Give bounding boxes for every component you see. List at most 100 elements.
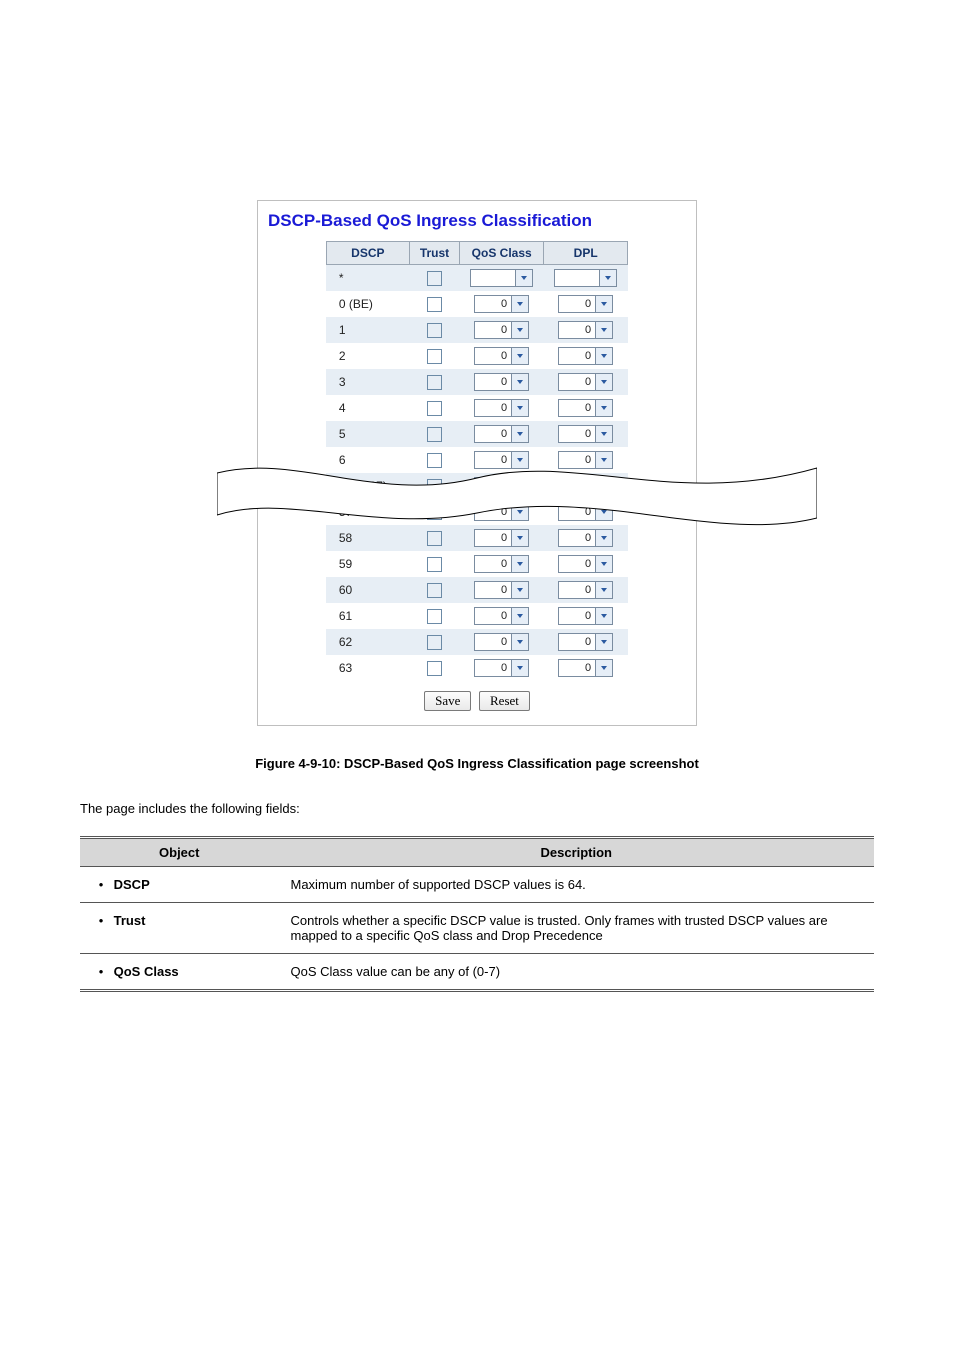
reset-button[interactable]: Reset — [479, 691, 530, 711]
trust-checkbox[interactable] — [427, 661, 442, 676]
value-select[interactable]: 0 — [474, 321, 529, 339]
header-dpl: DPL — [544, 242, 628, 265]
trust-checkbox[interactable] — [427, 375, 442, 390]
chevron-down-icon — [516, 269, 533, 287]
value-select[interactable]: 0 — [474, 659, 529, 677]
dpl-cell: 0 — [544, 551, 628, 577]
value-select[interactable]: 0 — [558, 581, 613, 599]
value-select[interactable]: 0 — [474, 347, 529, 365]
table-row: 5700 — [326, 499, 627, 525]
value-select[interactable]: 0 — [558, 503, 613, 521]
select-value: 0 — [558, 607, 596, 625]
trust-cell — [409, 577, 459, 603]
qos-cell: 0 — [460, 525, 544, 551]
chevron-down-icon — [512, 607, 529, 625]
select-value: 0 — [558, 451, 596, 469]
dpl-cell: 0 — [544, 629, 628, 655]
qos-cell: 0 — [460, 551, 544, 577]
trust-checkbox[interactable] — [427, 297, 442, 312]
value-select[interactable]: 0 — [558, 295, 613, 313]
dscp-cell: 4 — [326, 395, 409, 421]
select-value: 0 — [474, 347, 512, 365]
value-select[interactable]: 0 — [558, 451, 613, 469]
chevron-down-icon — [596, 477, 613, 495]
dscp-cell: 58 — [326, 525, 409, 551]
value-select[interactable]: 0 — [474, 451, 529, 469]
value-select[interactable]: 0 — [474, 503, 529, 521]
dpl-cell: 0 — [544, 655, 628, 681]
trust-checkbox[interactable] — [427, 323, 442, 338]
trust-cell — [409, 603, 459, 629]
trust-cell — [409, 317, 459, 343]
value-select[interactable]: 0 — [474, 373, 529, 391]
chevron-down-icon — [512, 451, 529, 469]
qos-cell: 0 — [460, 369, 544, 395]
select-value: 0 — [558, 555, 596, 573]
dscp-cell: 1 — [326, 317, 409, 343]
header-qos: QoS Class — [460, 242, 544, 265]
figure-caption: Figure 4-9-10: DSCP-Based QoS Ingress Cl… — [40, 756, 914, 771]
trust-cell — [409, 499, 459, 525]
select-value: 0 — [474, 659, 512, 677]
chevron-down-icon — [596, 373, 613, 391]
trust-checkbox[interactable] — [427, 583, 442, 598]
value-select[interactable]: 0 — [558, 633, 613, 651]
value-select[interactable]: 0 — [474, 425, 529, 443]
value-select[interactable]: 0 — [474, 529, 529, 547]
dpl-cell: 0 — [544, 577, 628, 603]
save-button[interactable]: Save — [424, 691, 471, 711]
value-select[interactable]: 0 — [474, 399, 529, 417]
value-select[interactable]: 0 — [558, 425, 613, 443]
select-value: 0 — [474, 503, 512, 521]
qos-cell: 0 — [460, 447, 544, 473]
trust-checkbox[interactable] — [427, 505, 442, 520]
value-select[interactable]: 0 — [558, 321, 613, 339]
chevron-down-icon — [596, 607, 613, 625]
chevron-down-icon — [596, 295, 613, 313]
value-select[interactable]: 0 — [558, 399, 613, 417]
chevron-down-icon — [512, 529, 529, 547]
trust-checkbox[interactable] — [427, 531, 442, 546]
select-value: 0 — [558, 295, 596, 313]
trust-checkbox[interactable] — [427, 427, 442, 442]
value-select[interactable]: 0 — [558, 555, 613, 573]
value-select[interactable]: 0 — [474, 477, 529, 495]
trust-checkbox[interactable] — [427, 479, 442, 494]
select-value: 0 — [558, 529, 596, 547]
header-dscp: DSCP — [326, 242, 409, 265]
dscp-cell: * — [326, 265, 409, 292]
desc-object-cell: • DSCP — [80, 867, 279, 903]
value-select[interactable]: 0 — [474, 633, 529, 651]
chevron-down-icon — [596, 425, 613, 443]
value-select[interactable]: 0 — [558, 607, 613, 625]
trust-cell — [409, 629, 459, 655]
value-select[interactable]: 0 — [474, 607, 529, 625]
trust-checkbox[interactable] — [427, 609, 442, 624]
trust-checkbox[interactable] — [427, 271, 442, 286]
trust-checkbox[interactable] — [427, 453, 442, 468]
select-value: 0 — [558, 399, 596, 417]
desc-row: • TrustControls whether a specific DSCP … — [80, 903, 874, 954]
trust-checkbox[interactable] — [427, 349, 442, 364]
value-select[interactable]: 0 — [558, 347, 613, 365]
dpl-cell: 0 — [544, 395, 628, 421]
dpl-cell: 0 — [544, 421, 628, 447]
value-select[interactable]: 0 — [558, 659, 613, 677]
all-select[interactable] — [554, 269, 617, 287]
value-select[interactable]: 0 — [474, 581, 529, 599]
dscp-cell: 60 — [326, 577, 409, 603]
select-value — [470, 269, 516, 287]
trust-checkbox[interactable] — [427, 635, 442, 650]
chevron-down-icon — [600, 269, 617, 287]
value-select[interactable]: 0 — [474, 555, 529, 573]
trust-cell — [409, 421, 459, 447]
all-select[interactable] — [470, 269, 533, 287]
value-select[interactable]: 0 — [558, 373, 613, 391]
value-select[interactable]: 0 — [558, 477, 613, 495]
value-select[interactable]: 0 — [558, 529, 613, 547]
value-select[interactable]: 0 — [474, 295, 529, 313]
trust-checkbox[interactable] — [427, 557, 442, 572]
trust-checkbox[interactable] — [427, 401, 442, 416]
bullet-icon: • — [92, 964, 110, 979]
select-value: 0 — [558, 659, 596, 677]
